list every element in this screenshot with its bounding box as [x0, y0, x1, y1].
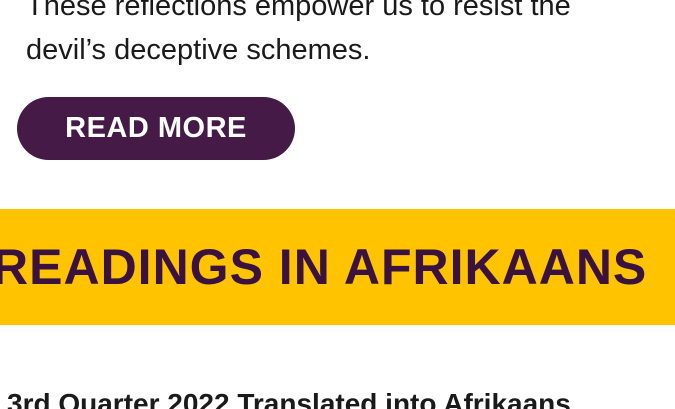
- article-heading[interactable]: 3rd Quarter 2022 Translated into Afrikaa…: [7, 386, 571, 409]
- section-title: READINGS IN AFRIKAANS: [0, 239, 648, 295]
- section-banner: READINGS IN AFRIKAANS: [0, 209, 675, 325]
- intro-paragraph: These reflections empower us to resist t…: [26, 0, 571, 66]
- read-more-button[interactable]: READ MORE: [17, 97, 295, 160]
